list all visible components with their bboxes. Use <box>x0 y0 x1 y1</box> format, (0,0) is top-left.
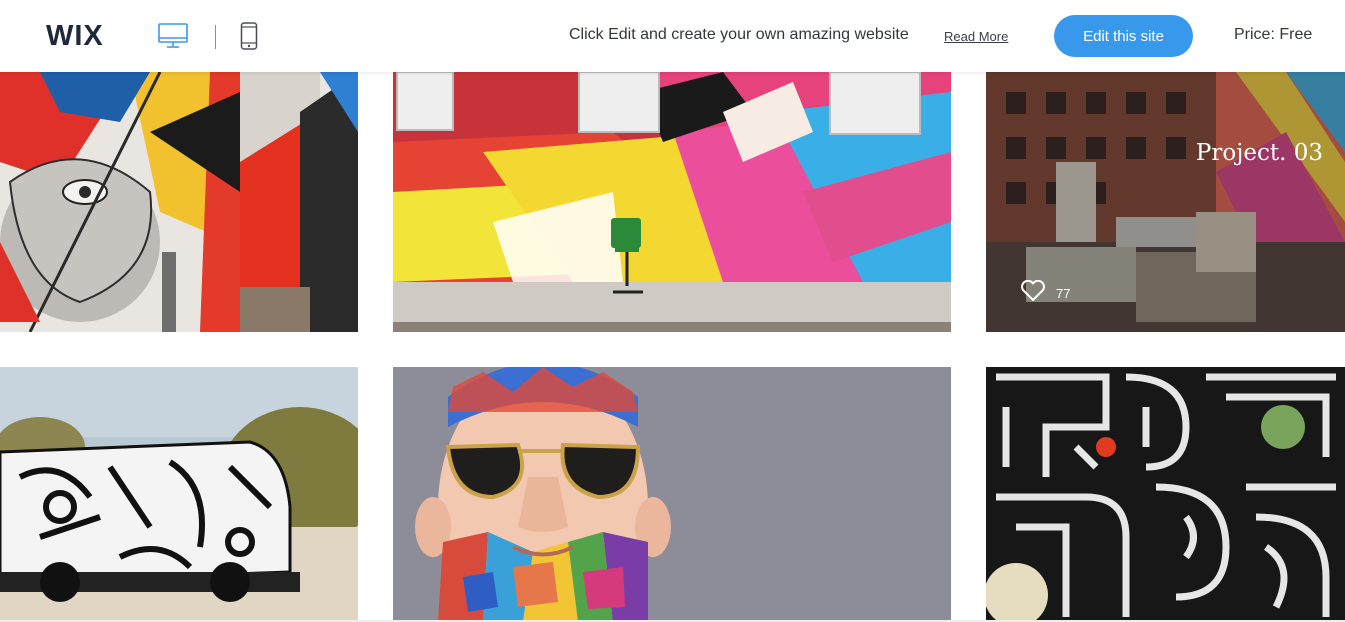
desktop-view-icon[interactable] <box>158 23 188 54</box>
read-more-link[interactable]: Read More <box>944 29 1008 44</box>
chair-mural-image <box>393 72 951 332</box>
device-divider <box>215 25 216 49</box>
like-count: 77 <box>1056 286 1071 301</box>
beard-mural-image <box>393 367 951 622</box>
heart-icon[interactable] <box>1020 279 1046 307</box>
gallery-item-street-mural[interactable]: Project. 03 77 <box>986 72 1345 332</box>
project-title: Project. 03 <box>1195 140 1323 166</box>
van-mural-image <box>0 367 358 622</box>
mobile-view-icon[interactable] <box>240 22 258 55</box>
top-bar: WIX Click Edit and create your own amazi… <box>0 0 1345 72</box>
gallery-item-maze-mural[interactable] <box>986 367 1345 622</box>
edit-site-button[interactable]: Edit this site <box>1054 15 1193 57</box>
wix-logo-text: WIX <box>46 20 104 50</box>
gallery-item-chair-mural[interactable] <box>393 72 951 332</box>
promo-text: Click Edit and create your own amazing w… <box>569 26 909 43</box>
gallery-item-beard-mural[interactable] <box>393 367 951 622</box>
gallery-item-heart-mural[interactable] <box>0 72 358 332</box>
gallery-item-van-mural[interactable] <box>0 367 358 622</box>
maze-mural-image <box>986 367 1345 622</box>
wix-logo[interactable]: WIX <box>46 20 110 55</box>
heart-mural-image <box>0 72 358 332</box>
price-label: Price: Free <box>1234 26 1313 43</box>
